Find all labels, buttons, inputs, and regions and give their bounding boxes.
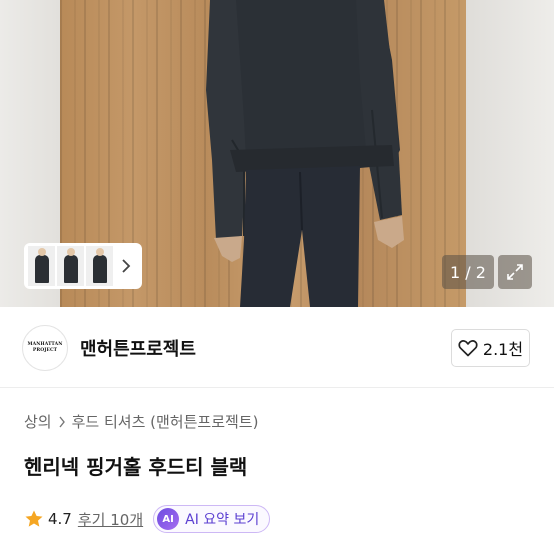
logo-text: PROJECT [32,348,58,353]
thumbnail[interactable] [28,246,55,286]
thumbnail-strip[interactable] [24,243,142,289]
rating-row: 4.7 후기 10개 AI AI 요약 보기 [24,505,271,533]
breadcrumb: 상의 후드 티셔츠 (맨허튼프로젝트) [24,411,258,432]
product-image[interactable]: 1 / 2 [0,0,554,307]
shop-name[interactable]: 맨허튼프로젝트 [80,335,196,361]
heart-icon [458,340,478,357]
reviews-link[interactable]: 후기 10개 [78,509,143,530]
shop-logo[interactable]: MANHATTAN PROJECT [22,325,68,371]
thumbnail[interactable] [86,246,113,286]
like-button[interactable]: 2.1천 [451,329,530,367]
like-count: 2.1천 [482,340,524,359]
ai-icon: AI [157,508,180,530]
divider [0,387,554,388]
ai-summary-button[interactable]: AI AI 요약 보기 [153,505,271,533]
image-pager: 1 / 2 [442,255,494,289]
thumbnail[interactable] [57,246,84,286]
rating-value: 4.7 [48,510,72,528]
chevron-right-icon [59,416,65,427]
shop-row[interactable]: MANHATTAN PROJECT 맨허튼프로젝트 2.1천 [0,307,554,387]
breadcrumb-item[interactable]: 상의 [24,411,52,432]
expand-icon[interactable] [498,255,532,289]
product-title: 헨리넥 핑거홀 후드티 블랙 [24,455,248,479]
breadcrumb-item[interactable]: 후드 티셔츠 (맨허튼프로젝트) [72,411,259,432]
ai-summary-label: AI 요약 보기 [185,512,260,528]
star-icon [25,510,43,527]
chevron-right-icon[interactable] [115,246,137,286]
